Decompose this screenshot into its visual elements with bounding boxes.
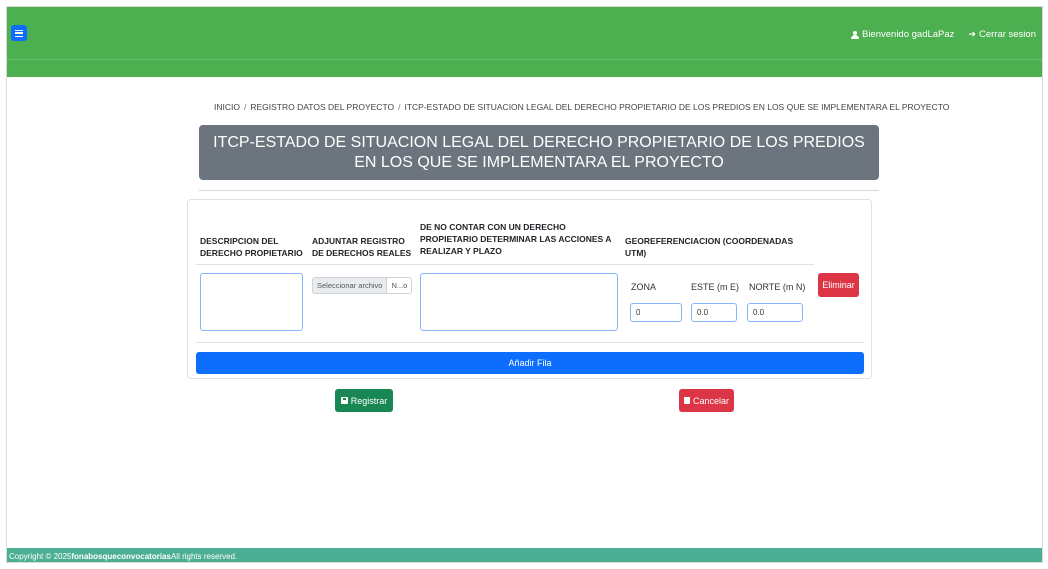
header-descripcion: DESCRIPCION DEL DERECHO PROPIETARIO [200, 236, 303, 258]
header-georef: GEOREFERENCIACION (COORDENADAS UTM) [625, 236, 794, 258]
hamburger-icon [15, 29, 23, 37]
app-window: Bienvenido gadLaPaz ➜ Cerrar sesion INIC… [6, 6, 1043, 563]
register-button[interactable]: Registrar [335, 389, 393, 412]
add-row-button[interactable]: Añadir Fila [196, 352, 864, 374]
breadcrumb: INICIO / REGISTRO DATOS DEL PROYECTO / ITCP-… [214, 102, 949, 112]
este-input[interactable]: 0.0 [691, 303, 737, 322]
cancel-label: Cancelar [692, 395, 730, 406]
file-select-button[interactable]: Seleccionar archivo [313, 278, 388, 293]
cancel-button[interactable]: Cancelar [679, 389, 734, 412]
register-label: Registrar [350, 395, 388, 406]
norte-label: NORTE (m N) [749, 282, 806, 292]
logout-icon: ➜ [968, 29, 976, 39]
este-label: ESTE (m E) [691, 282, 740, 292]
menu-toggle-button[interactable] [11, 25, 27, 41]
divider [199, 190, 879, 191]
delete-row-button[interactable]: Eliminar [818, 273, 859, 297]
footer-suffix: All rights reserved. [170, 551, 238, 561]
property-form-card: DESCRIPCION DEL DERECHO PROPIETARIO ADJU… [187, 199, 872, 379]
breadcrumb-level2: ITCP-ESTADO DE SITUACION LEGAL DEL DEREC… [404, 102, 950, 112]
page-title: ITCP-ESTADO DE SITUACION LEGAL DEL DEREC… [199, 125, 879, 180]
logout-link[interactable]: ➜ Cerrar sesion [968, 29, 1036, 40]
user-icon [850, 30, 859, 39]
trash-icon [683, 397, 690, 404]
header-acciones: DE NO CONTAR CON UN DERECHO PROPIETARIO … [420, 222, 612, 256]
descripcion-textarea[interactable] [200, 273, 303, 331]
user-menu: Bienvenido gadLaPaz ➜ Cerrar sesion [850, 29, 1036, 40]
footer-prefix: Copyright © 2025 [9, 551, 72, 561]
zona-input[interactable]: 0 [630, 303, 682, 322]
breadcrumb-separator: / [243, 102, 247, 112]
breadcrumb-separator: / [398, 102, 401, 112]
norte-input[interactable]: 0.0 [747, 303, 803, 322]
welcome-text: Bienvenido gadLaPaz [861, 29, 955, 40]
welcome-link[interactable]: Bienvenido gadLaPaz [850, 29, 955, 40]
header-divider [196, 264, 814, 265]
footer-brand[interactable]: fonabosqueconvocatorias [71, 552, 171, 561]
breadcrumb-level1[interactable]: REGISTRO DATOS DEL PROYECTO [250, 102, 394, 112]
row-divider [196, 342, 864, 343]
footer: Copyright © 2025 fonabosqueconvocatorias… [7, 548, 1042, 562]
breadcrumb-home[interactable]: INICIO [214, 102, 240, 112]
top-navbar: Bienvenido gadLaPaz ➜ Cerrar sesion [7, 7, 1042, 59]
file-name: N...o [391, 281, 408, 290]
header-adjuntar: ADJUNTAR REGISTRO DE DERECHOS REALES [312, 236, 412, 258]
file-input[interactable]: Seleccionar archivo N...o [312, 277, 412, 294]
acciones-textarea[interactable] [420, 273, 618, 331]
navbar-strip [7, 59, 1042, 77]
save-icon [340, 397, 348, 404]
logout-text: Cerrar sesion [978, 29, 1036, 40]
zona-label: ZONA [631, 282, 657, 292]
